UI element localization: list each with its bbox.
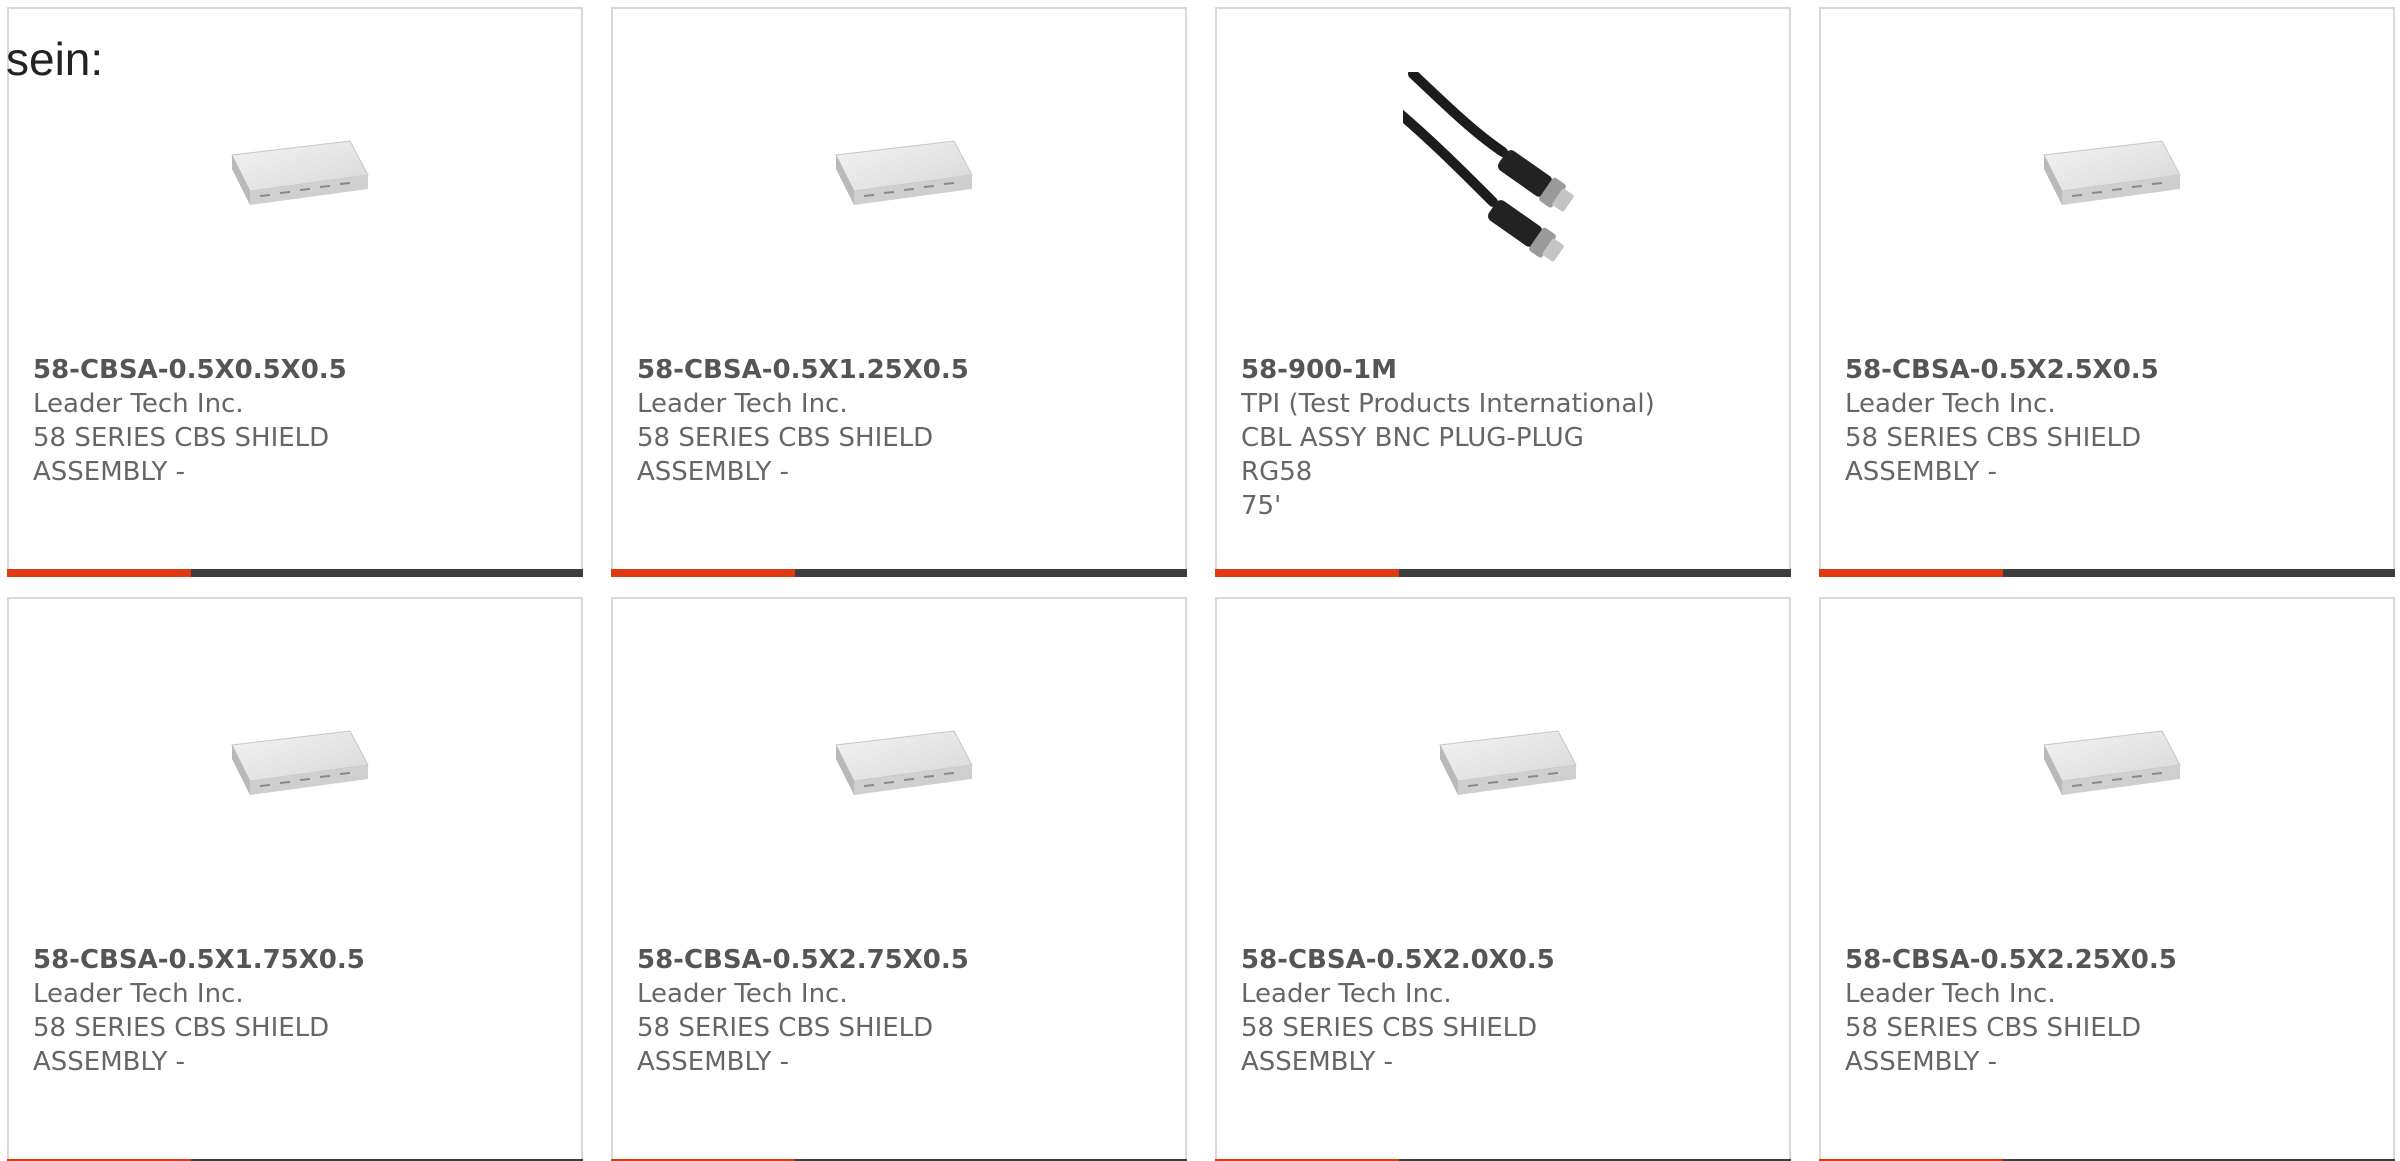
product-card[interactable]: 58-CBSA-0.5X1.25X0.5 Leader Tech Inc. 58…	[611, 7, 1187, 577]
product-image[interactable]	[1217, 67, 1789, 277]
description-line-1: 58 SERIES CBS SHIELD	[1845, 423, 2142, 453]
part-number[interactable]: 58-CBSA-0.5X2.5X0.5	[1845, 353, 2265, 387]
shield-can-image	[1439, 730, 1577, 795]
shield-can-image	[2043, 140, 2181, 205]
manufacturer: Leader Tech Inc.	[33, 979, 244, 1009]
manufacturer: Leader Tech Inc.	[1241, 979, 1452, 1009]
manufacturer: Leader Tech Inc.	[1845, 979, 2056, 1009]
description-line-1: 58 SERIES CBS SHIELD	[637, 1013, 934, 1043]
product-card[interactable]: 58-CBSA-0.5X2.25X0.5 Leader Tech Inc. 58…	[1819, 597, 2395, 1161]
card-accent-bar	[1819, 569, 2003, 577]
product-card[interactable]: 58-CBSA-0.5X0.5X0.5 Leader Tech Inc. 58 …	[7, 7, 583, 577]
card-accent-bar	[1215, 569, 1399, 577]
product-info: 58-CBSA-0.5X0.5X0.5 Leader Tech Inc. 58 …	[33, 353, 453, 489]
manufacturer: Leader Tech Inc.	[1845, 389, 2056, 419]
shield-can-image	[2043, 730, 2181, 795]
shield-can-image	[231, 730, 369, 795]
description-line-2: ASSEMBLY -	[33, 1047, 186, 1077]
description-line-2: ASSEMBLY -	[33, 457, 186, 487]
bnc-cable-image	[1403, 72, 1574, 262]
product-info: 58-CBSA-0.5X2.75X0.5 Leader Tech Inc. 58…	[637, 943, 1057, 1079]
page: sein: 58-CBSA-0.5X0.5X0.5 Leader Tech In…	[0, 0, 2400, 1161]
description-line-2: ASSEMBLY -	[1845, 1047, 1998, 1077]
description-line-1: 58 SERIES CBS SHIELD	[33, 423, 330, 453]
product-image[interactable]	[613, 67, 1185, 277]
shield-can-image	[835, 140, 973, 205]
product-image[interactable]	[1217, 657, 1789, 867]
product-card[interactable]: 58-CBSA-0.5X1.75X0.5 Leader Tech Inc. 58…	[7, 597, 583, 1161]
product-info: 58-900-1M TPI (Test Products Internation…	[1241, 353, 1661, 523]
product-card[interactable]: 58-CBSA-0.5X2.0X0.5 Leader Tech Inc. 58 …	[1215, 597, 1791, 1161]
card-accent-bar	[611, 569, 795, 577]
product-image[interactable]	[1821, 67, 2393, 277]
part-number[interactable]: 58-CBSA-0.5X2.25X0.5	[1845, 943, 2265, 977]
card-accent-bar	[7, 569, 191, 577]
description-line-2: ASSEMBLY -	[1241, 1047, 1394, 1077]
description-line-2: ASSEMBLY -	[637, 457, 790, 487]
part-number[interactable]: 58-900-1M	[1241, 353, 1661, 387]
product-info: 58-CBSA-0.5X1.25X0.5 Leader Tech Inc. 58…	[637, 353, 1057, 489]
description-line-1: 58 SERIES CBS SHIELD	[1845, 1013, 2142, 1043]
shield-can-image	[231, 140, 369, 205]
part-number[interactable]: 58-CBSA-0.5X2.75X0.5	[637, 943, 1057, 977]
card-footer-bar	[1819, 569, 2395, 577]
intro-text: sein:	[6, 33, 104, 85]
product-info: 58-CBSA-0.5X2.25X0.5 Leader Tech Inc. 58…	[1845, 943, 2265, 1079]
product-card[interactable]: 58-CBSA-0.5X2.75X0.5 Leader Tech Inc. 58…	[611, 597, 1187, 1161]
manufacturer: Leader Tech Inc.	[637, 389, 848, 419]
product-image[interactable]	[9, 657, 581, 867]
description-line-2: 75'	[1241, 491, 1282, 521]
part-number[interactable]: 58-CBSA-0.5X1.25X0.5	[637, 353, 1057, 387]
part-number[interactable]: 58-CBSA-0.5X0.5X0.5	[33, 353, 453, 387]
description-line-1: 58 SERIES CBS SHIELD	[1241, 1013, 1538, 1043]
product-image[interactable]	[1821, 657, 2393, 867]
product-card[interactable]: 58-900-1M TPI (Test Products Internation…	[1215, 7, 1791, 577]
description-line-1: 58 SERIES CBS SHIELD	[33, 1013, 330, 1043]
description-line-2: ASSEMBLY -	[1845, 457, 1998, 487]
product-info: 58-CBSA-0.5X2.5X0.5 Leader Tech Inc. 58 …	[1845, 353, 2265, 489]
product-image[interactable]	[613, 657, 1185, 867]
description-line-1: CBL ASSY BNC PLUG-PLUG RG58	[1241, 423, 1584, 487]
part-number[interactable]: 58-CBSA-0.5X2.0X0.5	[1241, 943, 1661, 977]
card-footer-bar	[611, 569, 1187, 577]
manufacturer: Leader Tech Inc.	[637, 979, 848, 1009]
description-line-1: 58 SERIES CBS SHIELD	[637, 423, 934, 453]
product-image[interactable]	[9, 67, 581, 277]
description-line-2: ASSEMBLY -	[637, 1047, 790, 1077]
card-footer-bar	[1215, 569, 1791, 577]
shield-can-image	[835, 730, 973, 795]
manufacturer: Leader Tech Inc.	[33, 389, 244, 419]
manufacturer: TPI (Test Products International)	[1241, 389, 1655, 419]
product-info: 58-CBSA-0.5X2.0X0.5 Leader Tech Inc. 58 …	[1241, 943, 1661, 1079]
product-info: 58-CBSA-0.5X1.75X0.5 Leader Tech Inc. 58…	[33, 943, 453, 1079]
product-card[interactable]: 58-CBSA-0.5X2.5X0.5 Leader Tech Inc. 58 …	[1819, 7, 2395, 577]
part-number[interactable]: 58-CBSA-0.5X1.75X0.5	[33, 943, 453, 977]
card-footer-bar	[7, 569, 583, 577]
